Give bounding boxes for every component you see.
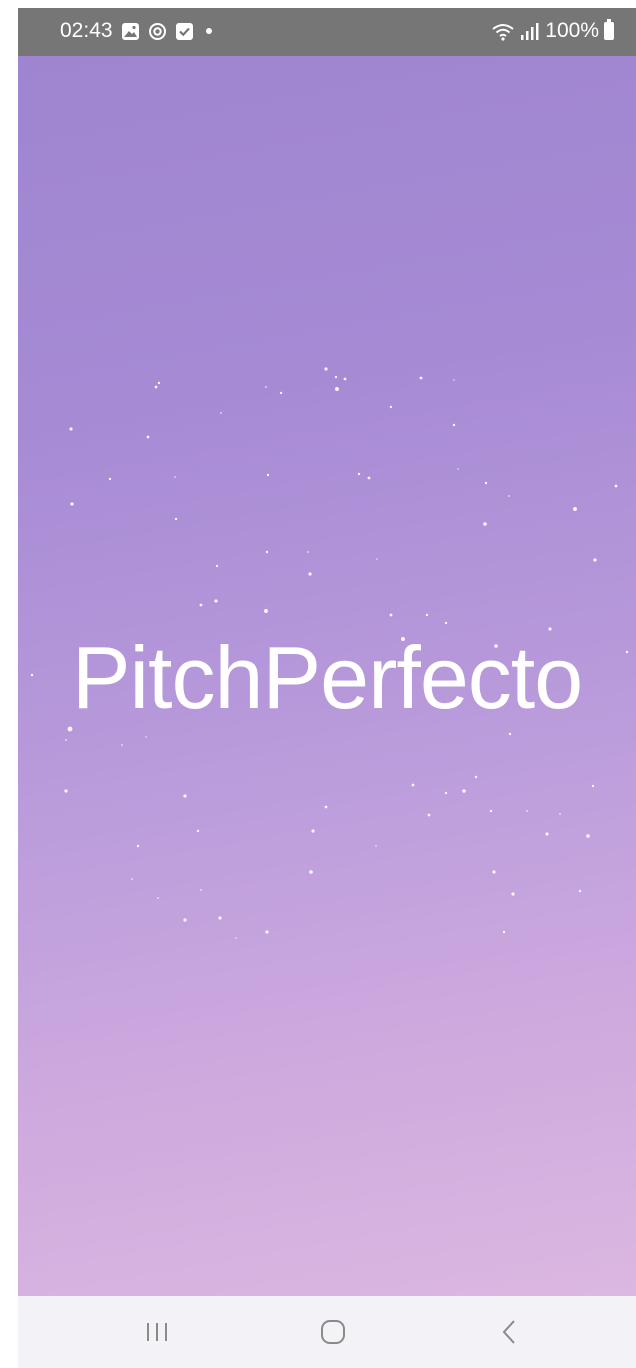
notification-dot-icon xyxy=(205,28,212,34)
back-icon xyxy=(502,1320,515,1344)
particle-dot xyxy=(265,930,269,934)
status-right-group: 100% xyxy=(491,18,614,44)
particle-dot xyxy=(334,375,338,379)
particle-dot xyxy=(593,558,597,562)
particle-dot xyxy=(154,385,158,389)
gallery-icon xyxy=(121,22,140,41)
particle-dot xyxy=(279,391,283,395)
particle-dot xyxy=(215,564,219,568)
particle-dot xyxy=(376,558,378,560)
particle-dot xyxy=(146,435,150,439)
particle-dot xyxy=(136,844,140,848)
particle-dot xyxy=(389,405,393,409)
particle-dot xyxy=(462,789,466,793)
particle-dot xyxy=(474,775,478,779)
status-time: 02:43 xyxy=(60,19,113,42)
particle-dot xyxy=(343,377,347,381)
particle-dot xyxy=(367,476,371,480)
particle-dot xyxy=(157,897,159,899)
particle-dot xyxy=(65,739,67,741)
particle-dot xyxy=(425,613,429,617)
particle-dot xyxy=(444,621,448,625)
splash-screen: 02:43 100% PitchPerfecto xyxy=(18,8,636,1296)
checkbox-icon xyxy=(175,22,194,41)
particle-dot xyxy=(591,784,595,788)
status-bar: 02:43 100% xyxy=(18,8,636,56)
home-icon xyxy=(321,1320,345,1344)
phone-frame: 02:43 100% PitchPerfecto xyxy=(0,0,636,1368)
wifi-icon xyxy=(491,22,515,41)
particle-dot xyxy=(559,813,561,815)
particle-dot xyxy=(145,736,147,738)
particle-dot xyxy=(108,477,112,481)
particle-dot xyxy=(308,572,312,576)
particle-dot xyxy=(489,809,493,813)
particle-dot xyxy=(199,603,203,607)
particle-dot xyxy=(196,829,200,833)
recent-apps-button[interactable] xyxy=(127,1310,187,1354)
particle-dot xyxy=(218,916,222,920)
recent-apps-icon xyxy=(147,1323,167,1341)
particle-dot xyxy=(427,813,431,817)
particle-dot xyxy=(157,381,161,385)
status-left-group: 02:43 xyxy=(60,18,212,44)
particle-dot xyxy=(307,551,309,553)
particle-dot xyxy=(508,732,512,736)
home-button[interactable] xyxy=(303,1310,363,1354)
particle-dot xyxy=(69,427,73,431)
particle-dot xyxy=(309,870,313,874)
sync-icon xyxy=(148,22,167,41)
particle-dot xyxy=(64,789,68,793)
particle-dot xyxy=(265,550,269,554)
particle-dot xyxy=(324,805,328,809)
particle-dot xyxy=(266,473,270,477)
particle-dot xyxy=(121,744,123,746)
particle-dot xyxy=(502,930,506,934)
particle-dot xyxy=(511,892,515,896)
particle-dot xyxy=(131,878,133,880)
particle-dot xyxy=(174,476,176,478)
signal-icon xyxy=(520,22,540,41)
particle-dot xyxy=(492,870,496,874)
particle-dot xyxy=(483,522,487,526)
particle-dot xyxy=(457,468,459,470)
particle-dot xyxy=(183,794,187,798)
particle-dot xyxy=(265,386,267,388)
particle-dot xyxy=(220,412,222,414)
app-title: PitchPerfecto xyxy=(71,628,583,727)
particle-dot xyxy=(508,495,510,497)
particle-dot xyxy=(586,834,590,838)
particle-dot xyxy=(311,829,315,833)
navigation-bar xyxy=(18,1296,636,1368)
particle-dot xyxy=(573,507,577,511)
particle-dot xyxy=(183,918,187,922)
back-button[interactable] xyxy=(480,1310,540,1354)
particle-dot xyxy=(335,387,339,391)
particle-dot xyxy=(419,376,423,380)
particle-dot xyxy=(235,937,237,939)
battery-percentage: 100% xyxy=(545,19,599,42)
particle-dot xyxy=(389,613,393,617)
particle-dot xyxy=(545,832,549,836)
particle-dot xyxy=(357,472,361,476)
particle-dot xyxy=(70,502,74,506)
particle-dot xyxy=(174,517,178,521)
particle-dot xyxy=(264,609,268,613)
particle-dot xyxy=(411,783,415,787)
battery-icon xyxy=(604,19,614,40)
particle-dot xyxy=(444,791,448,795)
particle-dot xyxy=(324,367,328,371)
particle-dot xyxy=(578,889,582,893)
particle-dot xyxy=(526,810,528,812)
particle-dot xyxy=(375,845,377,847)
particle-dot xyxy=(453,379,455,381)
particle-dot xyxy=(484,481,488,485)
particle-dot xyxy=(452,423,456,427)
particle-dot xyxy=(614,484,618,488)
particle-dot xyxy=(214,599,218,603)
particle-dot xyxy=(200,889,202,891)
